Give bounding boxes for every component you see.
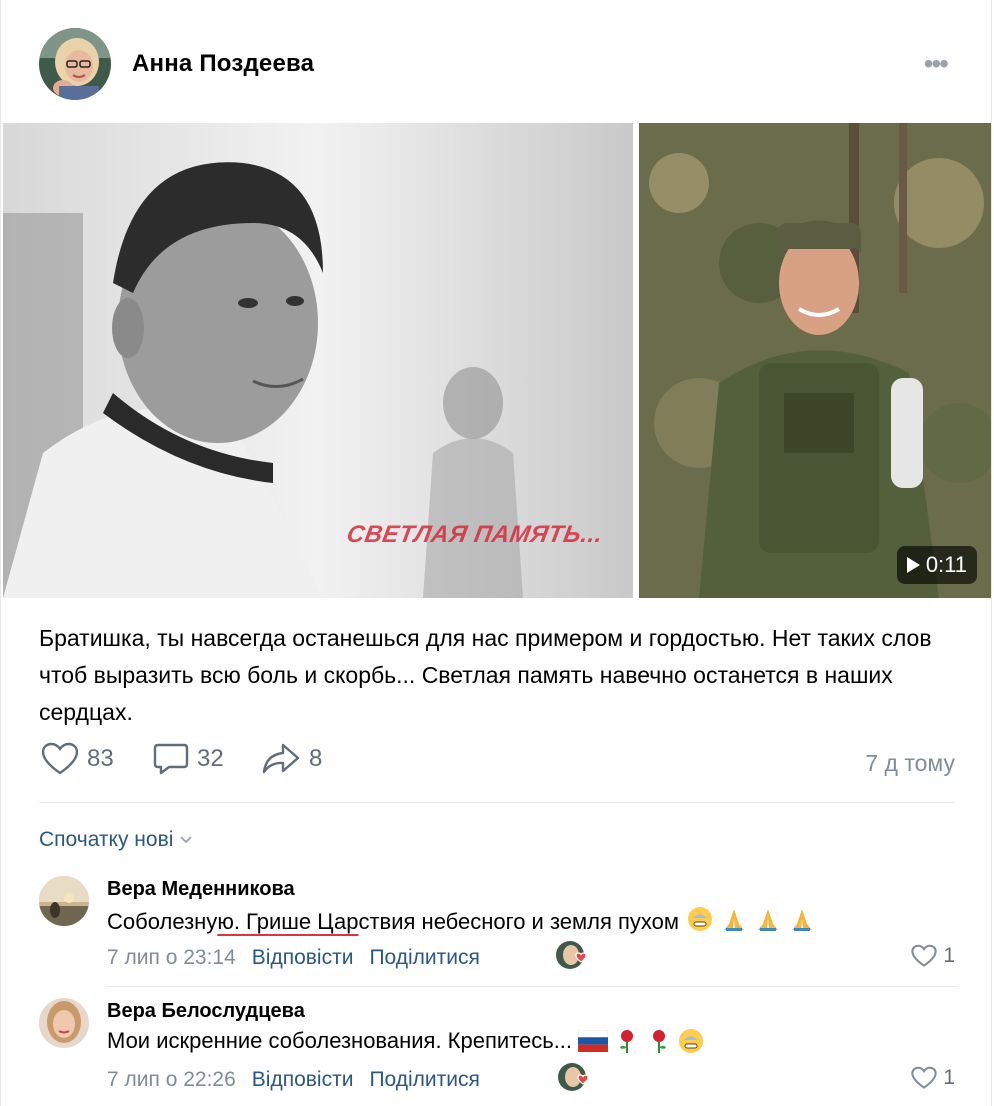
sad-face-emoji-icon	[679, 1029, 704, 1053]
praying-hands-emoji-icon	[724, 909, 745, 931]
commenter-avatar[interactable]	[39, 998, 89, 1048]
comment-like-count: 1	[943, 944, 955, 967]
comment-text-part: Мои искренние соболезнования. Крепитесь.…	[107, 1028, 573, 1053]
video-duration: 0:11	[925, 552, 967, 577]
reply-button[interactable]: Відповісти	[252, 946, 354, 970]
share-comment-button[interactable]: Поділитися	[369, 1068, 479, 1092]
commenter-avatar[interactable]	[39, 876, 89, 926]
share-comment-button[interactable]: Поділитися	[369, 946, 479, 970]
comment-timestamp[interactable]: 7 лип о 23:14	[107, 946, 236, 970]
like-button[interactable]: 83	[41, 742, 114, 776]
post-text: Братишка, ты навсегда останешься для нас…	[39, 625, 932, 725]
heart-icon	[911, 944, 937, 967]
share-icon	[262, 743, 300, 774]
emoji-group	[578, 1028, 704, 1054]
comment-like-count: 1	[943, 1066, 955, 1089]
commenter-name[interactable]: Вера Белослудцева	[107, 1000, 305, 1023]
praying-hands-emoji-icon	[792, 909, 813, 931]
share-button[interactable]: 8	[261, 742, 322, 776]
video-thumbnail[interactable]: 0:11	[639, 123, 991, 598]
comment-like-button[interactable]: 1	[911, 1066, 955, 1090]
comment-count: 32	[197, 745, 224, 772]
liked-by-author-avatar[interactable]	[557, 1062, 591, 1096]
post-timestamp[interactable]: 7 д тому	[865, 750, 955, 777]
comment-text-part: Соболезну	[107, 909, 218, 934]
like-count: 83	[87, 745, 114, 772]
comment-meta: 7 лип о 23:14 Відповісти Поділитися	[107, 946, 480, 970]
liked-by-author-avatar[interactable]	[555, 940, 589, 974]
comment-text: Соболезну ю. Грише Цар ствия небесного и з…	[107, 906, 815, 938]
comments-sort-dropdown[interactable]: Спочатку нові	[39, 828, 193, 852]
post-header: Анна Поздеева •••	[39, 28, 959, 100]
share-count: 8	[309, 745, 323, 772]
more-options-icon[interactable]: •••	[924, 50, 949, 78]
reply-button[interactable]: Відповісти	[252, 1068, 354, 1092]
heart-icon	[41, 742, 79, 775]
russian-flag-emoji-icon	[578, 1030, 609, 1052]
video-duration-badge[interactable]: 0:11	[896, 546, 977, 584]
comment-button[interactable]: 32	[153, 742, 224, 776]
chevron-down-icon	[180, 836, 193, 844]
post-media: СВЕТЛАЯ ПАМЯТЬ... 0:11	[3, 123, 991, 598]
play-icon	[906, 557, 920, 573]
comment-text-part: ствия небесного и земля пухом	[358, 909, 680, 934]
comment-item: Вера Белослудцева Мои искренние соболезн…	[39, 998, 959, 1106]
commenter-name[interactable]: Вера Меденникова	[107, 878, 295, 901]
author-name[interactable]: Анна Поздеева	[132, 50, 314, 78]
divider	[39, 802, 955, 803]
rose-emoji-icon	[653, 1030, 667, 1053]
heart-icon	[911, 1066, 937, 1089]
comment-item: Вера Меденникова Соболезну ю. Грише Цар ст…	[39, 876, 959, 986]
comment-icon	[153, 743, 189, 775]
author-avatar[interactable]	[39, 28, 111, 100]
comment-timestamp[interactable]: 7 лип о 22:26	[107, 1068, 236, 1092]
sad-face-emoji-icon	[688, 907, 713, 931]
rose-emoji-icon	[620, 1030, 634, 1053]
praying-hands-emoji-icon	[758, 909, 779, 931]
memorial-caption-overlay: СВЕТЛАЯ ПАМЯТЬ...	[344, 521, 606, 548]
comment-text: Мои искренние соболезнования. Крепитесь.…	[107, 1028, 704, 1054]
post-actions: 83 32 8 7 д тому	[39, 742, 955, 786]
memorial-photo[interactable]: СВЕТЛАЯ ПАМЯТЬ...	[3, 123, 633, 598]
sort-label: Спочатку нові	[39, 828, 174, 851]
comment-like-button[interactable]: 1	[911, 944, 955, 968]
comment-text-misspelled: ю. Грише Цар	[217, 909, 359, 934]
emoji-group	[685, 906, 815, 938]
post-card: Анна Поздеева ••• СВЕТЛАЯ ПАМЯТЬ... 0:11…	[0, 0, 992, 1106]
divider	[107, 986, 957, 987]
comment-meta: 7 лип о 22:26 Відповісти Поділитися	[107, 1068, 480, 1092]
